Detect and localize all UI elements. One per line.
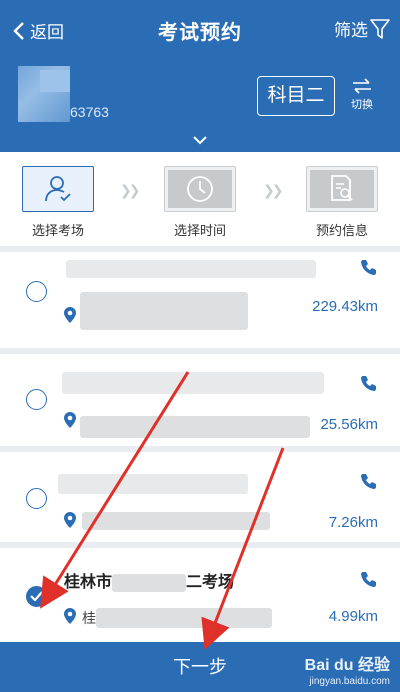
filter-icon <box>370 18 390 39</box>
step-label: 选择时间 <box>173 223 226 238</box>
venue-name-redacted <box>62 372 324 394</box>
phone-icon[interactable] <box>360 258 378 276</box>
step-arrow-icon: ❯❯ <box>120 182 141 198</box>
venue-radio[interactable] <box>26 281 47 302</box>
check-icon <box>30 591 43 601</box>
filter-button[interactable]: 筛选 <box>334 16 390 41</box>
user-check-icon <box>45 176 71 202</box>
step-box <box>22 166 94 212</box>
step-box <box>306 166 378 212</box>
filter-label: 筛选 <box>334 21 368 40</box>
venue-radio[interactable] <box>26 389 47 410</box>
venue-distance: 4.99km <box>328 608 378 625</box>
subject-badge[interactable]: 科目二 <box>257 76 335 116</box>
phone-icon[interactable] <box>360 570 378 588</box>
venue-list: 229.43km 25.56km 7.26km 桂林市 二考场 桂 4.99km <box>0 252 400 642</box>
swap-icon <box>353 78 371 94</box>
step-label: 预约信息 <box>315 223 368 238</box>
top-bar: 返回 考试预约 筛选 <box>0 0 400 58</box>
watermark-brand: Bai du 经验 <box>304 657 390 674</box>
step-select-venue[interactable]: 选择考场 <box>21 166 95 239</box>
header: 返回 考试预约 筛选 63763 科目二 切换 <box>0 0 400 152</box>
venue-name-redacted <box>112 573 187 592</box>
location-pin-icon <box>64 412 76 428</box>
clock-icon <box>187 176 213 202</box>
venue-name-prefix: 桂林市 <box>64 574 113 591</box>
step-select-time[interactable]: 选择时间 <box>163 166 237 239</box>
venue-distance: 229.43km <box>312 298 378 315</box>
next-step-bar[interactable]: 下一步 Bai du 经验 jingyan.baidu.com <box>0 642 400 692</box>
switch-button[interactable]: 切换 <box>346 78 378 112</box>
step-box <box>164 166 236 212</box>
venue-address-redacted <box>96 608 272 628</box>
venue-card[interactable]: 7.26km <box>0 452 400 542</box>
avatar-blur <box>40 70 70 92</box>
venue-address-redacted <box>80 416 310 438</box>
venue-card[interactable]: 25.56km <box>0 354 400 446</box>
chevron-down-icon[interactable] <box>192 134 208 146</box>
step-arrow-icon: ❯❯ <box>263 182 284 198</box>
step-label: 选择考场 <box>31 223 84 238</box>
location-pin-icon <box>64 307 76 323</box>
venue-radio-checked[interactable] <box>26 586 47 607</box>
phone-icon[interactable] <box>360 472 378 490</box>
id-number: 63763 <box>70 104 109 120</box>
venue-name-redacted <box>58 474 248 494</box>
watermark: Bai du 经验 jingyan.baidu.com <box>305 658 390 690</box>
step-booking-info[interactable]: 预约信息 <box>305 166 379 239</box>
venue-card[interactable]: 229.43km <box>0 252 400 348</box>
document-search-icon <box>331 175 353 201</box>
next-step-button[interactable]: 下一步 <box>173 657 227 677</box>
phone-icon[interactable] <box>360 374 378 392</box>
location-pin-icon <box>64 512 76 528</box>
venue-radio[interactable] <box>26 488 47 509</box>
venue-distance: 7.26km <box>328 514 378 531</box>
venue-distance: 25.56km <box>320 416 378 433</box>
location-pin-icon <box>64 608 76 624</box>
venue-name-redacted <box>66 260 316 278</box>
venue-address-redacted <box>82 512 270 530</box>
venue-name-suffix: 二考场 <box>186 574 235 591</box>
venue-card-selected[interactable]: 桂林市 二考场 桂 4.99km <box>0 548 400 642</box>
venue-name: 桂林市 二考场 <box>64 568 234 592</box>
step-indicator: 选择考场 ❯❯ 选择时间 ❯❯ 预约信息 <box>0 152 400 246</box>
switch-label: 切换 <box>351 99 373 111</box>
venue-address-prefix: 桂 <box>82 610 96 626</box>
venue-address-redacted <box>80 292 248 330</box>
watermark-url: jingyan.baidu.com <box>309 676 390 687</box>
